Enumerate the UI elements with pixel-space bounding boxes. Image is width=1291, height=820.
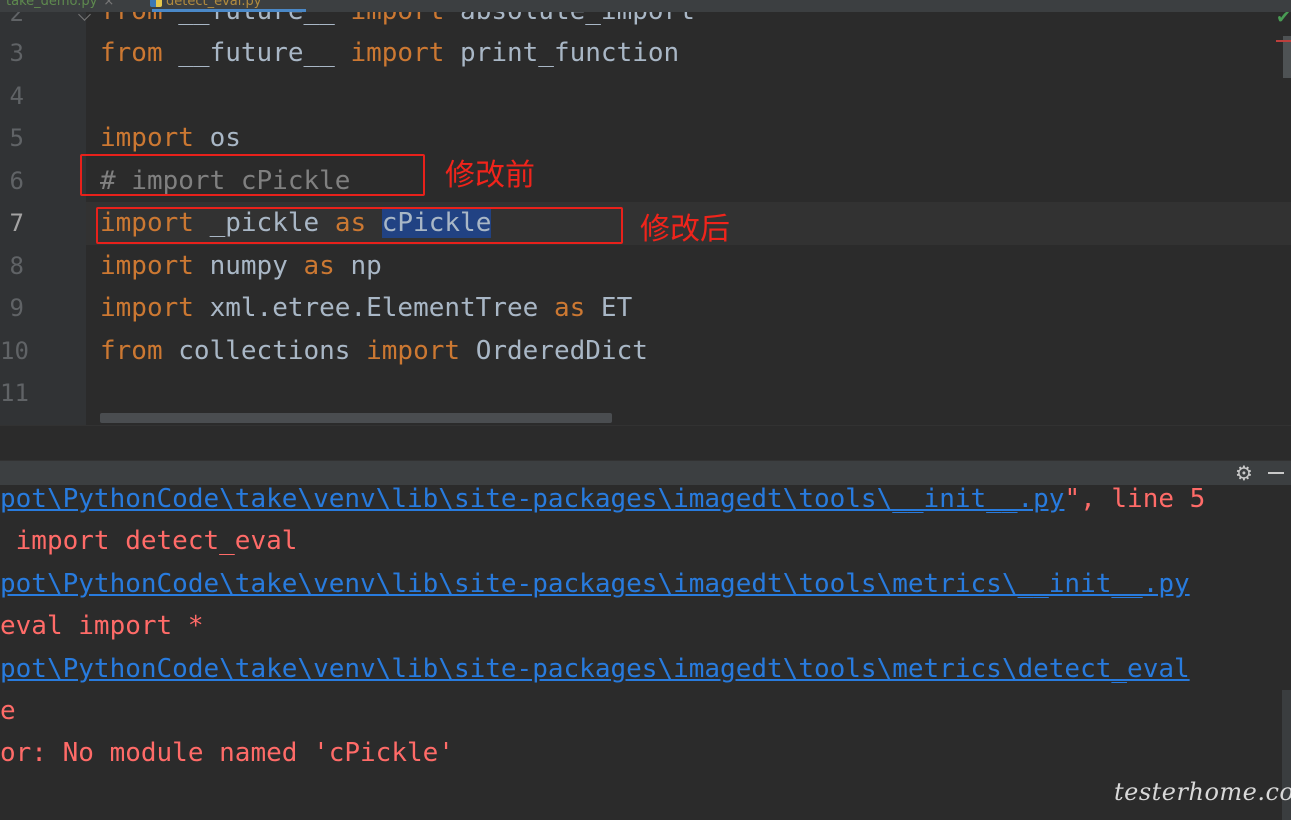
code-line-5[interactable]: import os (100, 117, 241, 159)
close-icon[interactable]: × (103, 0, 114, 9)
tab-label: detect_eval.py (166, 0, 262, 9)
gear-icon[interactable]: ⚙ (1235, 461, 1253, 485)
vertical-scrollbar[interactable] (1283, 36, 1291, 78)
line-number-current: 7 (9, 209, 24, 237)
line-number: 5 (9, 124, 24, 152)
line-number: 11 (0, 379, 29, 407)
code-editor[interactable]: 2 3 4 5 6 7 8 9 10 11 from __future__ im… (0, 0, 1291, 425)
line-number: 4 (9, 82, 24, 110)
keyword: import (100, 293, 194, 323)
code-line-10[interactable]: from collections import OrderedDict (100, 330, 648, 372)
line-number: 6 (9, 167, 24, 195)
console-line: pot\PythonCode\take\venv\lib\site-packag… (0, 563, 1190, 605)
tab-take-demo[interactable]: take_demo.py × (6, 0, 114, 9)
keyword: import (100, 123, 194, 153)
minimize-icon[interactable] (1268, 472, 1284, 474)
console-line: pot\PythonCode\take\venv\lib\site-packag… (0, 478, 1205, 520)
file-link[interactable]: pot\PythonCode\take\venv\lib\site-packag… (0, 569, 1190, 599)
annotation-label-before: 修改前 (445, 158, 535, 193)
keyword: import (100, 251, 194, 281)
console-line: e (0, 696, 16, 726)
line-number: 9 (9, 294, 24, 322)
run-console[interactable]: ⚙ pot\PythonCode\take\venv\lib\site-pack… (0, 460, 1291, 820)
identifier: os (193, 123, 241, 153)
keyword: from (100, 38, 163, 68)
console-line: pot\PythonCode\take\venv\lib\site-packag… (0, 648, 1190, 690)
module-name: xml.etree.ElementTree (193, 293, 554, 323)
module-name: collections (162, 336, 367, 366)
console-text: ", line 5 (1064, 484, 1206, 514)
keyword: as (553, 293, 586, 323)
active-tab-indicator (152, 9, 306, 12)
console-line: import detect_eval (0, 526, 298, 556)
identifier: OrderedDict (460, 336, 648, 366)
module-name: __future__ (162, 38, 351, 68)
horizontal-scrollbar[interactable] (100, 413, 612, 423)
python-file-icon (150, 0, 162, 7)
line-number: 3 (9, 39, 24, 67)
keyword: import (350, 38, 445, 68)
file-link[interactable]: pot\PythonCode\take\venv\lib\site-packag… (0, 484, 1064, 514)
file-link[interactable]: pot\PythonCode\take\venv\lib\site-packag… (0, 654, 1190, 684)
editor-tab-strip: take_demo.py × detect_eval.py (0, 0, 1291, 12)
watermark: testerhome.com (1114, 778, 1291, 806)
tab-detect-eval[interactable]: detect_eval.py (150, 0, 261, 9)
error-message: or: No module named 'cPickle' (0, 738, 454, 768)
panel-divider[interactable] (0, 425, 1291, 461)
module-name: numpy (193, 251, 304, 281)
line-number-gutter: 2 3 4 5 6 7 8 9 10 11 (0, 0, 86, 425)
annotation-box-after (96, 207, 623, 244)
keyword: as (303, 251, 335, 281)
code-line-9[interactable]: import xml.etree.ElementTree as ET (100, 287, 632, 329)
annotation-box-before (80, 154, 425, 196)
console-line: eval import * (0, 611, 204, 641)
keyword: import (366, 336, 461, 366)
code-line-3[interactable]: from __future__ import print_function (100, 32, 679, 74)
line-number: 8 (9, 252, 24, 280)
error-stripe-marker[interactable] (1276, 40, 1291, 42)
identifier: print_function (444, 38, 680, 68)
code-line-8[interactable]: import numpy as np (100, 245, 382, 287)
annotation-label-after: 修改后 (640, 212, 730, 247)
identifier: np (334, 251, 382, 281)
identifier: ET (585, 293, 633, 323)
tab-label: take_demo.py (6, 0, 98, 9)
keyword: from (100, 336, 163, 366)
line-number: 10 (0, 337, 29, 365)
